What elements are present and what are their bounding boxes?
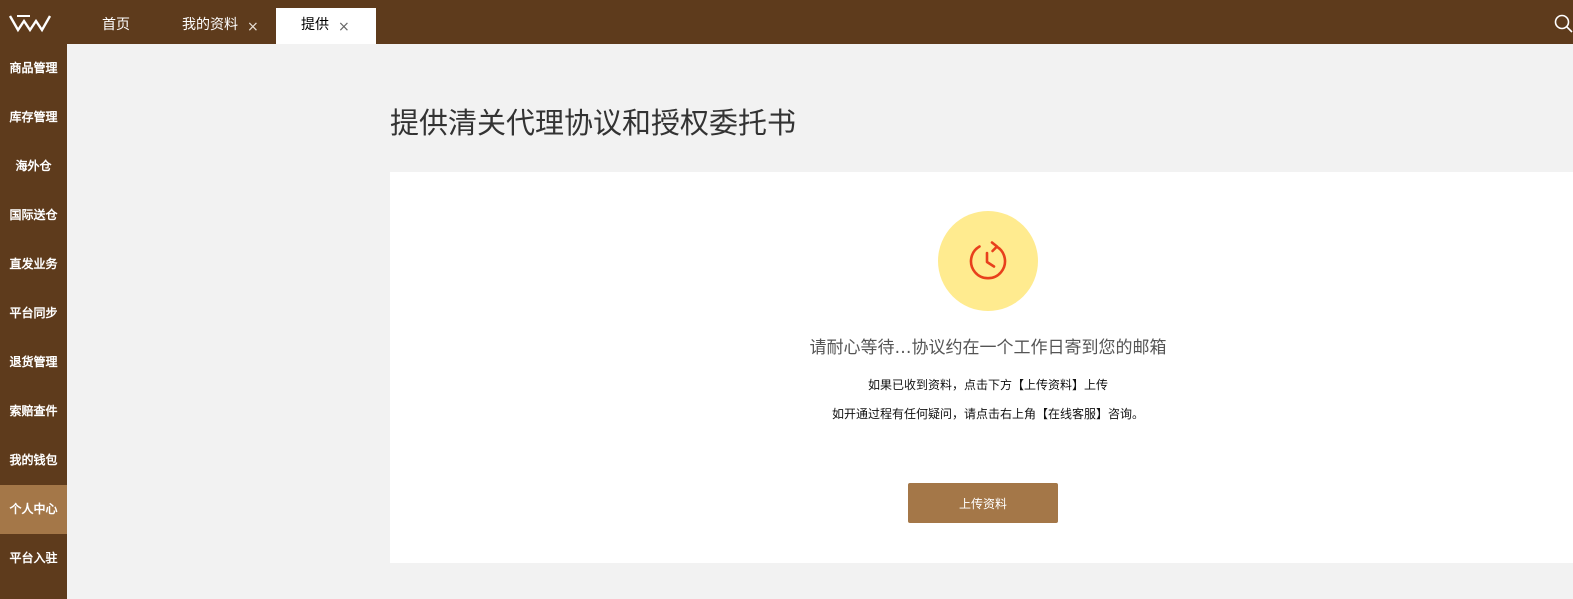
- info-line-upload: 如果已收到资料，点击下方【上传资料】上传: [867, 378, 1108, 392]
- clock-refresh-icon: [969, 241, 1007, 280]
- sidebar-item-direct-shipping[interactable]: 直发业务: [0, 240, 67, 289]
- sidebar-item-personal-center[interactable]: 个人中心: [0, 485, 67, 534]
- tab-label: 我的资料: [182, 17, 238, 33]
- top-bar: 首页 我的资料 × 提供 ×: [0, 0, 1573, 44]
- sidebar-item-wallet[interactable]: 我的钱包: [0, 436, 67, 485]
- sidebar: 商品管理 库存管理 海外仓 国际送仓 直发业务 平台同步 退货管理 索赔查件 我…: [0, 44, 67, 599]
- close-icon[interactable]: ×: [338, 10, 350, 44]
- tab-provide[interactable]: 提供 ×: [276, 8, 376, 44]
- tab-home[interactable]: 首页: [82, 8, 150, 44]
- sidebar-item-inventory[interactable]: 库存管理: [0, 93, 67, 142]
- wait-message: 请耐心等待…协议约在一个工作日寄到您的邮箱: [809, 338, 1167, 358]
- close-icon[interactable]: ×: [247, 10, 259, 44]
- tab-label: 首页: [102, 17, 130, 33]
- sidebar-item-platform-sync[interactable]: 平台同步: [0, 289, 67, 338]
- info-line-support: 如开通过程有任何疑问，请点击右上角【在线客服】咨询。: [831, 407, 1144, 421]
- sidebar-item-overseas-warehouse[interactable]: 海外仓: [0, 142, 67, 191]
- sidebar-item-international-shipping[interactable]: 国际送仓: [0, 191, 67, 240]
- sidebar-item-claims[interactable]: 索赔查件: [0, 387, 67, 436]
- tab-label: 提供: [301, 17, 329, 33]
- page-title: 提供清关代理协议和授权委托书: [390, 106, 797, 140]
- tab-my-profile[interactable]: 我的资料 ×: [168, 8, 274, 44]
- brand-logo-icon[interactable]: [8, 12, 52, 34]
- sidebar-item-platform-onboarding[interactable]: 平台入驻: [0, 534, 67, 583]
- status-indicator: [938, 211, 1038, 311]
- upload-button[interactable]: 上传资料: [908, 483, 1058, 523]
- sidebar-item-returns[interactable]: 退货管理: [0, 338, 67, 387]
- sidebar-item-products[interactable]: 商品管理: [0, 44, 67, 93]
- search-icon[interactable]: [1553, 13, 1573, 33]
